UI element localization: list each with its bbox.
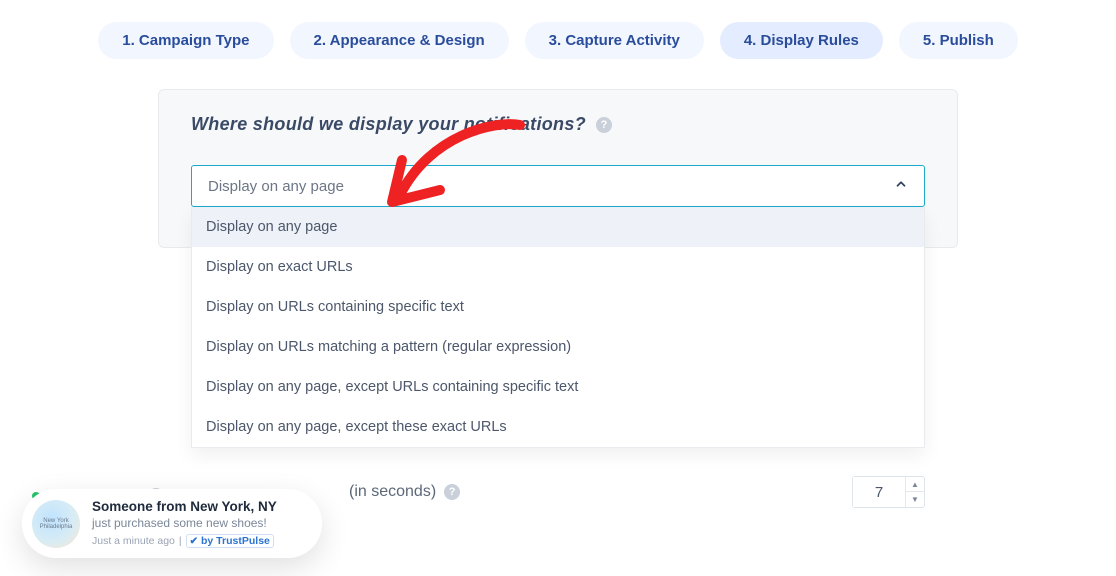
preview-toast: New YorkPhiladelphia Someone from New Yo… xyxy=(22,489,322,558)
step-publish[interactable]: 5. Publish xyxy=(899,22,1018,59)
delay-label-fragment: (in seconds) xyxy=(349,483,436,501)
step-capture-activity[interactable]: 3. Capture Activity xyxy=(525,22,704,59)
chevron-up-icon xyxy=(894,177,908,195)
help-icon[interactable]: ? xyxy=(444,484,460,500)
display-rule-combobox[interactable]: Display on any page xyxy=(191,165,925,207)
option-except-contains[interactable]: Display on any page, except URLs contain… xyxy=(192,367,924,407)
toast-title: Someone from New York, NY xyxy=(92,499,277,514)
stepper-up-icon[interactable]: ▲ xyxy=(906,477,924,492)
help-icon[interactable]: ? xyxy=(596,117,612,133)
option-url-regex[interactable]: Display on URLs matching a pattern (regu… xyxy=(192,327,924,367)
display-rule-dropdown: Display on any page Display on exact URL… xyxy=(191,207,925,448)
option-any-page[interactable]: Display on any page xyxy=(192,207,924,247)
delay-stepper[interactable]: ▲ ▼ xyxy=(852,476,925,508)
delay-input[interactable] xyxy=(853,477,905,507)
step-campaign-type[interactable]: 1. Campaign Type xyxy=(98,22,273,59)
map-avatar-icon: New YorkPhiladelphia xyxy=(32,500,80,548)
step-tabs: 1. Campaign Type 2. Appearance & Design … xyxy=(0,0,1116,89)
section-heading: Where should we display your notificatio… xyxy=(191,114,586,135)
toast-subtitle: just purchased some new shoes! xyxy=(92,516,277,530)
display-rules-card: Where should we display your notificatio… xyxy=(158,89,958,248)
toast-time: Just a minute ago xyxy=(92,535,175,547)
toast-brand-badge[interactable]: ✔ by TrustPulse xyxy=(186,534,274,548)
display-rule-combobox-wrap: Display on any page Display on any page … xyxy=(191,165,925,207)
step-appearance-design[interactable]: 2. Appearance & Design xyxy=(290,22,509,59)
combobox-value: Display on any page xyxy=(208,178,344,195)
step-display-rules[interactable]: 4. Display Rules xyxy=(720,22,883,59)
toast-brand: by TrustPulse xyxy=(201,535,270,547)
option-except-exact[interactable]: Display on any page, except these exact … xyxy=(192,407,924,447)
check-icon: ✔ xyxy=(190,536,198,547)
option-url-contains[interactable]: Display on URLs containing specific text xyxy=(192,287,924,327)
option-exact-urls[interactable]: Display on exact URLs xyxy=(192,247,924,287)
delay-row: (in seconds) ? ▲ ▼ xyxy=(349,476,925,508)
stepper-down-icon[interactable]: ▼ xyxy=(906,492,924,507)
